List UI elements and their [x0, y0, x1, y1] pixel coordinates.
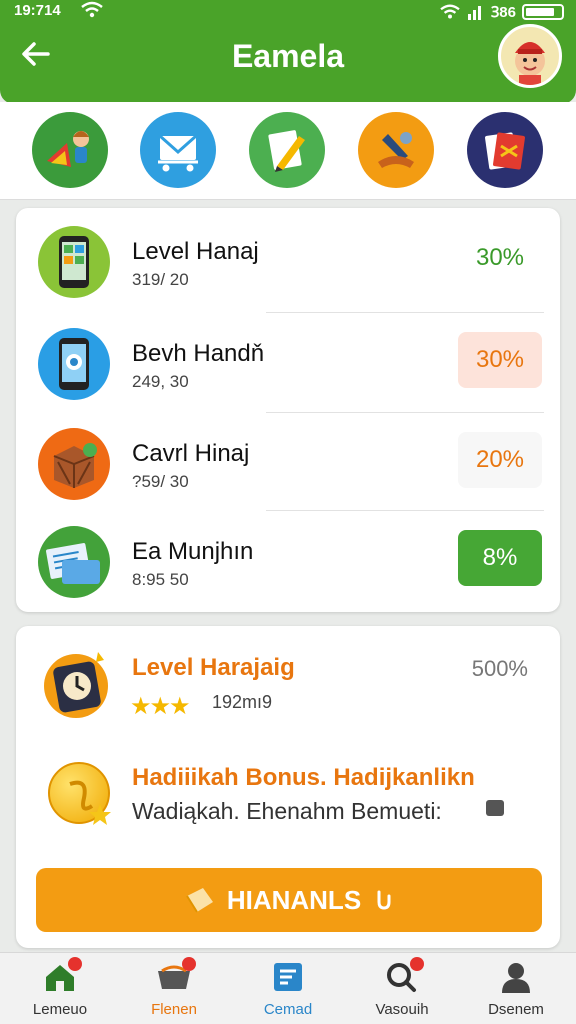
level-icon	[38, 328, 110, 400]
level-percent-badge: 20%	[458, 432, 542, 488]
bonus-level-percent: 500%	[471, 656, 528, 681]
level-percent: 8%	[482, 544, 518, 571]
wifi-icon	[80, 0, 104, 24]
phone-icon	[59, 236, 89, 288]
bonus-card: Level Harajaig 500% ★★★ 192mı9 Hadiiikah…	[16, 626, 560, 948]
level-percent: 20%	[475, 446, 525, 473]
ticket-icon	[185, 888, 213, 913]
search-icon	[384, 957, 424, 993]
mobile-icon	[59, 338, 89, 390]
nav-label: Flenen	[151, 1001, 197, 1018]
claim-label: HIANANLS	[226, 884, 362, 915]
level-list: Level Hanaj 319/ 20 30% Bevh Handň 249, …	[16, 208, 560, 612]
cards-icon	[485, 132, 525, 170]
signal-icon	[468, 6, 482, 20]
home-icon	[42, 957, 82, 993]
nav-item-profile[interactable]: Dsenem	[466, 959, 566, 1021]
list-item[interactable]: Cavrl Hinaj ?59/ 30 20%	[16, 410, 560, 510]
battery-icon	[522, 4, 564, 20]
nav-item-basket[interactable]: Flenen	[124, 957, 224, 1021]
coin-icon	[48, 762, 111, 825]
level-progress-text: 249, 30	[132, 372, 189, 391]
level-progress-text: 319/ 20	[132, 270, 189, 289]
list-item[interactable]: Level Hanaj 319/ 20 30%	[16, 208, 560, 308]
tools-icon	[378, 132, 414, 168]
nav-item-search[interactable]: Vasouih	[352, 957, 452, 1021]
category-pencil[interactable]	[249, 112, 325, 188]
status-time: 19:714	[14, 2, 61, 19]
document-icon	[46, 543, 100, 584]
level-icon	[38, 428, 110, 500]
avatar[interactable]	[498, 24, 562, 88]
refresh-icon	[377, 890, 391, 910]
level-percent: 30%	[475, 346, 525, 373]
nav-label: Cemad	[263, 1001, 313, 1018]
level-name: Cavrl Hinaj	[132, 440, 250, 467]
level-badge-icon	[42, 646, 112, 722]
level-percent-badge: 8%	[458, 530, 542, 586]
rating-stars: ★★★	[130, 693, 191, 720]
bonus-description: Wadiąkah. Ehenahm Bemueti:	[132, 798, 442, 824]
status-bar: 19:714 Ꝫ86	[0, 0, 576, 22]
list-item[interactable]: Ea Munjhın 8:95 50 8%	[16, 508, 560, 608]
rating-count: 192mı9	[212, 692, 273, 712]
claim-button[interactable]: HIANANLS	[36, 868, 542, 932]
wifi-icon	[440, 4, 460, 19]
bonus-level-title: Level Harajaig	[132, 654, 295, 681]
category-cart[interactable]	[140, 112, 216, 188]
info-icon	[486, 800, 504, 816]
document-icon	[270, 961, 306, 993]
cart-icon	[158, 134, 198, 172]
category-tools[interactable]	[358, 112, 434, 188]
cartoon-boy-icon	[515, 42, 545, 85]
star-coin-icon	[69, 780, 111, 825]
level-progress-text: ?59/ 30	[132, 472, 189, 491]
notification-badge	[410, 957, 424, 971]
category-kids[interactable]	[32, 112, 108, 188]
app-header: 19:714 Ꝫ86 Eamela	[0, 0, 576, 104]
level-name: Level Hanaj	[132, 238, 259, 265]
pencil-icon	[268, 130, 305, 172]
bonus-heading: Hadiiikah Bonus. Hadijkanlikn	[132, 764, 475, 791]
notification-badge	[68, 957, 82, 971]
nav-label: Vasouih	[375, 1001, 429, 1018]
level-icon	[38, 526, 110, 598]
battery-percent: Ꝫ86	[491, 4, 516, 21]
level-progress-text: 8:95 50	[132, 570, 189, 589]
clock-badge-icon	[44, 652, 108, 718]
user-icon	[498, 961, 534, 993]
level-name: Ea Munjhın	[132, 538, 254, 565]
nav-label: Dsenem	[488, 1001, 544, 1018]
bottom-nav: Lemeuo Flenen Cemad Vasouih Dsenem	[0, 952, 576, 1024]
level-name: Bevh Handň	[132, 340, 265, 367]
nav-item-document[interactable]: Cemad	[238, 959, 338, 1021]
kids-icon	[47, 131, 89, 167]
level-percent-badge: 30%	[458, 230, 542, 286]
basket-icon	[156, 957, 196, 993]
nav-item-home[interactable]: Lemeuo	[10, 957, 110, 1021]
status-right: Ꝫ86	[439, 2, 564, 22]
notification-badge	[182, 957, 196, 971]
list-item[interactable]: Bevh Handň 249, 30 30%	[16, 310, 560, 410]
nav-label: Lemeuo	[32, 1001, 88, 1018]
level-percent: 30%	[475, 244, 525, 271]
category-cards[interactable]	[467, 112, 543, 188]
category-strip	[0, 102, 576, 200]
level-icon	[38, 226, 110, 298]
page-title: Eamela	[231, 38, 345, 74]
level-percent-badge: 30%	[458, 332, 542, 388]
crate-icon	[53, 443, 97, 488]
